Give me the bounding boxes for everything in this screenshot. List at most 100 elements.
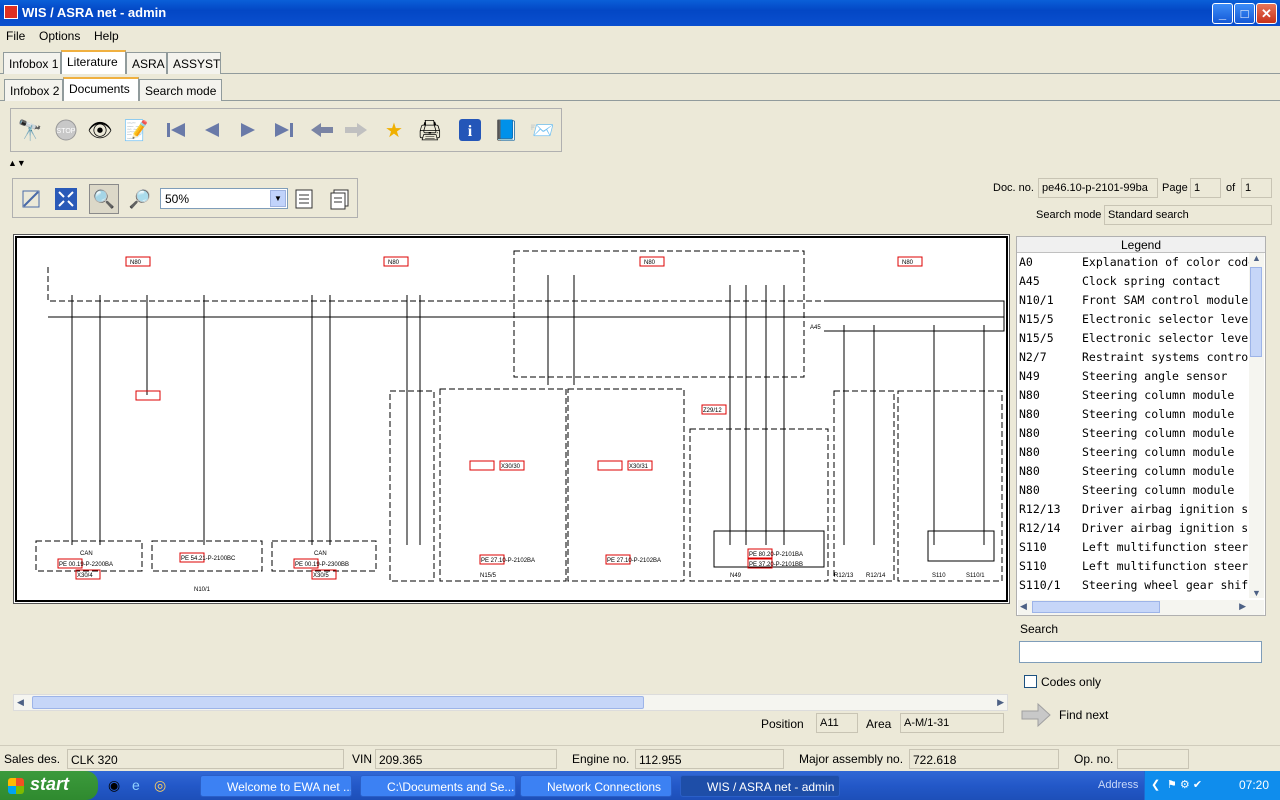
zoom-select[interactable]: 50% ▼ [160, 188, 288, 209]
task-explorer[interactable]: C:\Documents and Se... [360, 775, 516, 797]
outlook-quicklaunch-icon[interactable]: ◎ [154, 777, 166, 794]
single-page-icon[interactable] [289, 184, 319, 214]
op-no-label: Op. no. [1074, 752, 1114, 766]
codes-only-checkbox[interactable] [1024, 675, 1037, 688]
title-bar: WIS / ASRA net - admin _ □ ✕ [0, 0, 1280, 26]
legend-row[interactable]: N80 Steering column module [1019, 464, 1251, 483]
eye-icon[interactable]: 👁 [85, 115, 115, 145]
edit-icon[interactable]: 📝 [121, 115, 151, 145]
collapse-toggle-icon[interactable]: ▲▼ [8, 158, 38, 168]
first-page-icon[interactable] [161, 115, 191, 145]
legend-vertical-scrollbar[interactable]: ▲ ▼ [1249, 253, 1264, 598]
mail-icon[interactable]: 📨 [527, 115, 557, 145]
maximize-button[interactable]: □ [1234, 3, 1255, 24]
book-icon[interactable]: 📘 [491, 115, 521, 145]
legend-row[interactable]: S110/1 Steering wheel gear shif [1019, 578, 1251, 597]
diagram-ref-8: X30/4 [77, 573, 93, 579]
scroll-right-icon[interactable]: ▶ [997, 697, 1004, 708]
tab-documents[interactable]: Documents [63, 77, 139, 101]
legend-scroll-right-icon[interactable]: ▶ [1239, 601, 1246, 612]
stop-icon[interactable]: STOP [51, 115, 81, 145]
tray-expand-icon[interactable]: ❮ [1151, 778, 1160, 791]
binoculars-icon[interactable]: 🔭 [15, 115, 45, 145]
address-label[interactable]: Address [1098, 779, 1138, 791]
tab-infobox-2[interactable]: Infobox 2 [4, 79, 63, 101]
chevron-down-icon[interactable]: ▼ [270, 190, 286, 207]
find-next-arrow-icon[interactable] [1020, 702, 1052, 728]
legend-row[interactable]: N2/7 Restraint systems control [1019, 350, 1251, 369]
legend-hscroll-thumb[interactable] [1032, 601, 1160, 613]
close-button[interactable]: ✕ [1256, 3, 1277, 24]
legend-row[interactable]: N80 Steering column module [1019, 407, 1251, 426]
task-ewa-net[interactable]: Welcome to EWA net ... [200, 775, 352, 797]
tray-app-icons[interactable]: ⚑ ⚙ ✔ [1167, 778, 1202, 791]
menu-file[interactable]: File [6, 29, 25, 43]
minimize-button[interactable]: _ [1212, 3, 1233, 24]
legend-row[interactable]: N80 Steering column module [1019, 426, 1251, 445]
position-field: A11 [816, 713, 858, 733]
next-icon[interactable] [233, 115, 263, 145]
task-wis-asra[interactable]: WIS / ASRA net - admin [680, 775, 840, 797]
tab-assyst[interactable]: ASSYST [167, 52, 221, 74]
tab-search-mode[interactable]: Search mode [139, 79, 222, 101]
zoom-out-icon[interactable]: 🔍 [89, 184, 119, 214]
back-icon[interactable] [307, 115, 337, 145]
scroll-left-icon[interactable]: ◀ [17, 697, 24, 708]
info-icon[interactable]: i [455, 115, 485, 145]
fit-page-icon[interactable] [51, 184, 81, 214]
previous-icon[interactable] [197, 115, 227, 145]
legend-row[interactable]: N49 Steering angle sensor [1019, 369, 1251, 388]
legend-row[interactable]: N80 Steering column module [1019, 388, 1251, 407]
wiring-diagram[interactable]: N80 N80 N80 N80 A45 N10/1 N15/5 N49 R12/… [13, 234, 1010, 604]
ie-quicklaunch-icon[interactable]: e [132, 777, 140, 793]
task-network-connections[interactable]: Network Connections [520, 775, 672, 797]
legend-code: N80 [1019, 426, 1040, 440]
menu-options[interactable]: Options [39, 29, 80, 43]
legend-code: N15/5 [1019, 331, 1054, 345]
start-button[interactable]: start [0, 771, 98, 800]
legend-horizontal-scrollbar[interactable]: ◀ ▶ [1018, 600, 1264, 615]
legend-row[interactable]: A45 Clock spring contact [1019, 274, 1251, 293]
page-field[interactable]: 1 [1190, 178, 1221, 198]
chrome-quicklaunch-icon[interactable]: ◉ [108, 777, 120, 794]
legend-row[interactable]: N80 Steering column module [1019, 483, 1251, 502]
tab-infobox-1[interactable]: Infobox 1 [3, 52, 61, 74]
sub-tab-strip: Infobox 2 Documents Search mode [0, 77, 1280, 101]
legend-code: N80 [1019, 445, 1040, 459]
main-tab-strip: Infobox 1 Literature ASRA ASSYST [0, 50, 1280, 74]
forward-icon[interactable] [341, 115, 371, 145]
legend-scroll-left-icon[interactable]: ◀ [1020, 601, 1027, 612]
legend-row[interactable]: S110 Left multifunction steer [1019, 559, 1251, 578]
scroll-up-icon[interactable]: ▲ [1252, 253, 1261, 263]
diagram-horizontal-scrollbar[interactable]: ◀ ▶ [13, 694, 1008, 711]
legend-row[interactable]: N15/5 Electronic selector lever [1019, 312, 1251, 331]
legend-row[interactable]: N80 Steering column module [1019, 445, 1251, 464]
tab-literature[interactable]: Literature [61, 50, 126, 74]
legend-row[interactable]: R12/13 Driver airbag ignition s [1019, 502, 1251, 521]
legend-row[interactable]: S110 Left multifunction steer [1019, 540, 1251, 559]
legend-row[interactable]: A0 Explanation of color code [1019, 255, 1251, 274]
scroll-thumb[interactable] [32, 696, 644, 709]
legend-row[interactable]: R12/14 Driver airbag ignition s [1019, 521, 1251, 540]
legend-row[interactable]: N15/5 Electronic selector lever [1019, 331, 1251, 350]
fit-window-icon[interactable] [16, 184, 46, 214]
legend-description: Clock spring contact [1082, 274, 1221, 288]
scroll-down-icon[interactable]: ▼ [1252, 588, 1261, 598]
search-input[interactable] [1019, 641, 1262, 663]
multi-page-icon[interactable] [325, 184, 355, 214]
zoom-in-icon[interactable]: 🔎 [125, 184, 155, 214]
major-assembly-label: Major assembly no. [799, 752, 904, 766]
search-label: Search [1020, 622, 1059, 636]
legend-row[interactable]: N10/1 Front SAM control module [1019, 293, 1251, 312]
star-icon[interactable]: ★ [379, 115, 409, 145]
find-next-button[interactable]: Find next [1059, 708, 1108, 722]
print-icon[interactable]: 🖨 [415, 115, 445, 145]
page-label: Page [1162, 182, 1188, 194]
legend-scroll-thumb[interactable] [1250, 267, 1262, 357]
legend-code: S110 [1019, 559, 1047, 573]
menu-help[interactable]: Help [94, 29, 119, 43]
tab-asra[interactable]: ASRA [126, 52, 167, 74]
last-page-icon[interactable] [269, 115, 299, 145]
diagram-label-a45: A45 [810, 325, 821, 331]
diagram-label-n49: N49 [730, 573, 742, 579]
